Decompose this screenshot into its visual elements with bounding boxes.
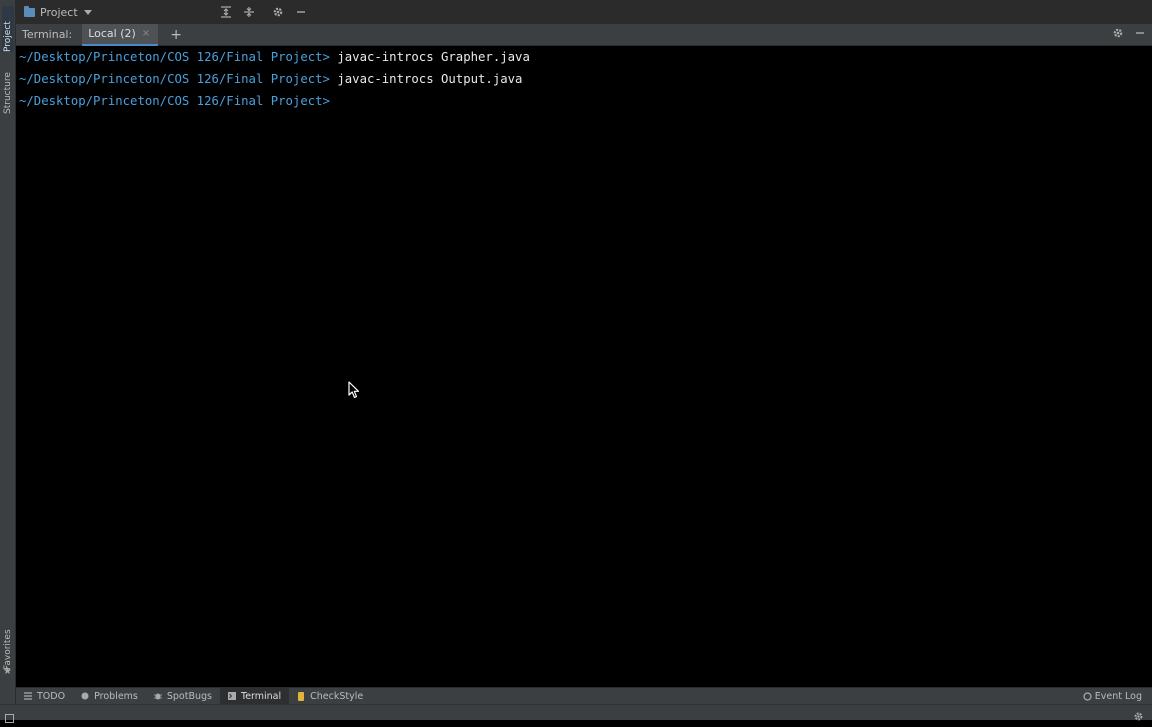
shell-prompt: ~/Desktop/Princeton/COS 126/Final Projec…	[19, 50, 330, 64]
left-tool-strip: Project Structure Favorites ★	[0, 0, 16, 720]
status-bar	[0, 704, 1152, 723]
mouse-pointer-icon	[348, 381, 360, 399]
tool-label: Problems	[94, 690, 138, 702]
shell-prompt: ~/Desktop/Princeton/COS 126/Final Projec…	[19, 72, 330, 86]
minimize-icon[interactable]	[294, 4, 307, 19]
tool-label: Terminal	[241, 690, 282, 702]
minimize-icon[interactable]	[1134, 27, 1146, 42]
tool-problems[interactable]: Problems	[73, 688, 146, 704]
terminal-label: Terminal:	[22, 28, 73, 41]
tab-label: Local (2)	[88, 27, 136, 40]
terminal-line: ~/Desktop/Princeton/COS 126/Final Projec…	[19, 90, 1152, 112]
terminal-line: ~/Desktop/Princeton/COS 126/Final Projec…	[19, 46, 1152, 68]
tab-local-2[interactable]: Local (2) ×	[82, 23, 159, 46]
tool-spotbugs[interactable]: SpotBugs	[146, 688, 220, 704]
tool-label: CheckStyle	[310, 690, 364, 702]
tool-tab-favorites[interactable]: Favorites	[2, 624, 14, 670]
terminal-icon	[228, 692, 236, 700]
shell-command: javac-introcs Grapher.java	[329, 50, 530, 64]
terminal-line: ~/Desktop/Princeton/COS 126/Final Projec…	[19, 68, 1152, 90]
list-icon	[24, 692, 32, 700]
tool-tab-structure[interactable]: Structure	[2, 62, 14, 114]
terminal-tab-bar: Terminal: Local (2) × +	[16, 23, 1152, 46]
expand-all-icon[interactable]	[219, 4, 232, 19]
tool-label: TODO	[37, 690, 66, 702]
tool-window-bar: TODO Problems SpotBugs Terminal CheckSty…	[16, 687, 1152, 704]
terminal-output[interactable]: ~/Desktop/Princeton/COS 126/Final Projec…	[16, 46, 1152, 688]
shell-command: javac-introcs Output.java	[329, 72, 523, 86]
shell-prompt: ~/Desktop/Princeton/COS 126/Final Projec…	[19, 94, 330, 108]
chevron-down-icon	[83, 9, 92, 15]
settings-gear-icon[interactable]	[1133, 707, 1144, 726]
add-tab-icon[interactable]: +	[170, 27, 182, 43]
close-icon[interactable]: ×	[142, 28, 150, 39]
tool-terminal[interactable]: Terminal	[220, 688, 290, 704]
bug-icon	[153, 692, 162, 700]
checkstyle-icon	[297, 692, 305, 701]
tool-checkstyle[interactable]: CheckStyle	[289, 688, 371, 704]
project-header: Project	[16, 0, 1152, 25]
tool-tab-project[interactable]: Project	[2, 6, 14, 52]
tool-todo[interactable]: TODO	[16, 688, 73, 704]
collapse-all-icon[interactable]	[242, 4, 255, 19]
gear-icon[interactable]	[271, 4, 284, 19]
tool-label: SpotBugs	[166, 690, 212, 702]
folder-icon	[24, 5, 35, 17]
project-view-selector[interactable]: Project	[24, 5, 92, 19]
search-icon	[1083, 692, 1092, 701]
event-log-label: Event Log	[1094, 690, 1142, 702]
star-icon: ★	[3, 666, 12, 677]
event-log-button[interactable]: Event Log	[1083, 688, 1142, 704]
gear-icon[interactable]	[1112, 27, 1124, 42]
project-selector-label: Project	[40, 5, 78, 19]
problems-icon	[81, 692, 89, 700]
layout-icon[interactable]	[5, 708, 14, 727]
